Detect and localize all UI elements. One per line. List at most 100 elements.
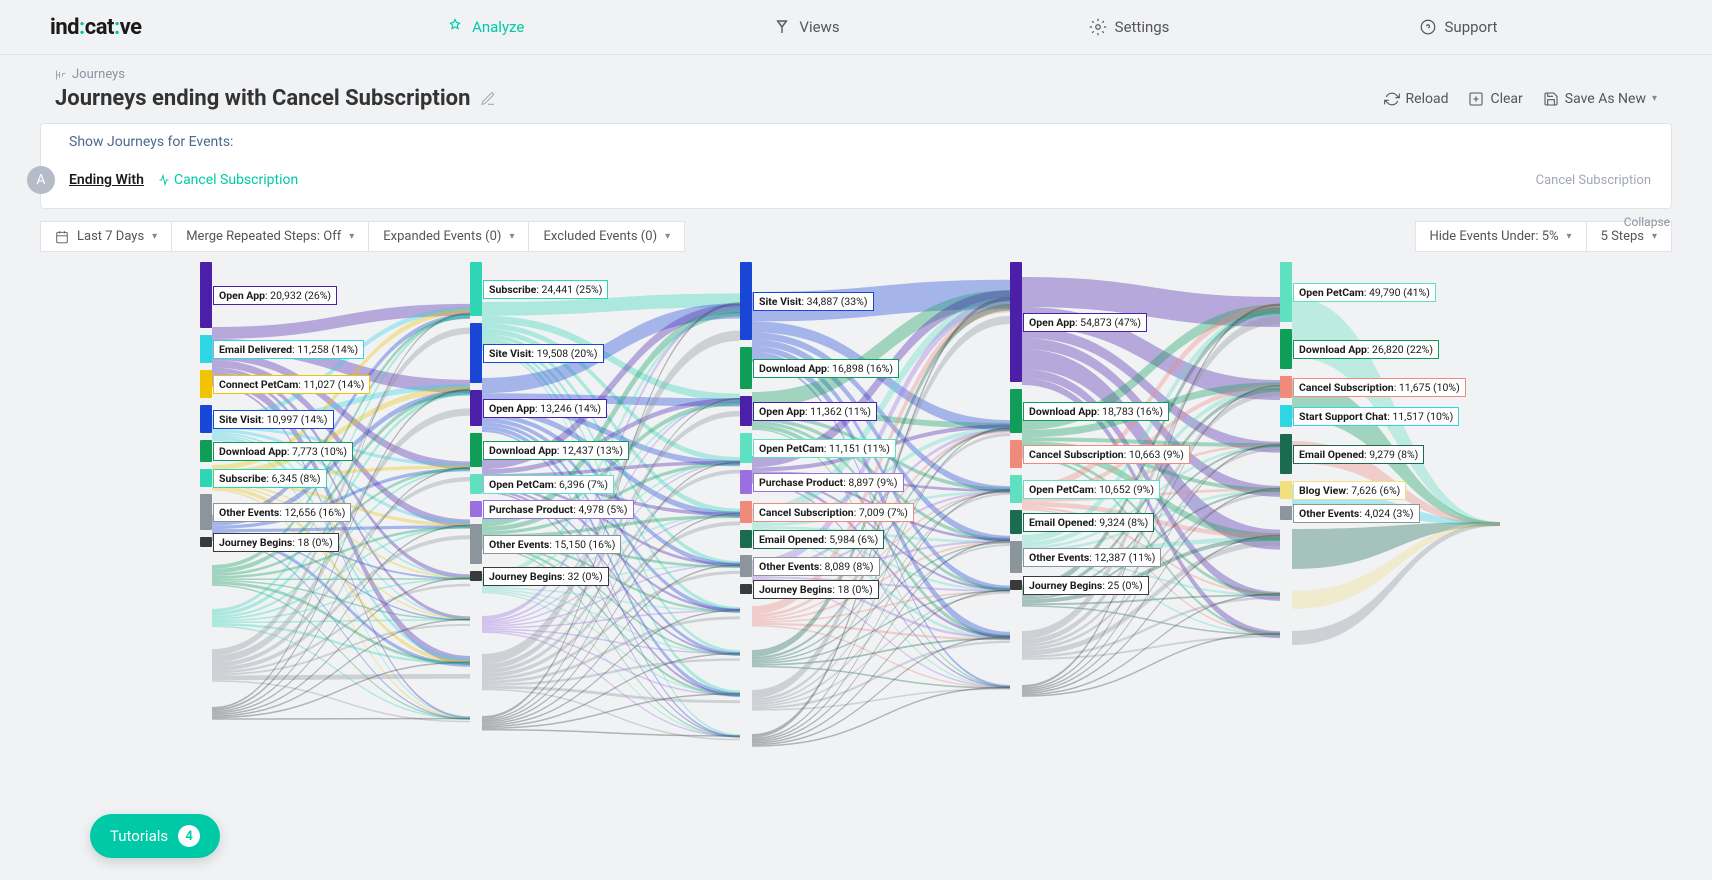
sankey-flow bbox=[212, 718, 470, 720]
merge-steps-dropdown[interactable]: Merge Repeated Steps: Off▾ bbox=[172, 221, 369, 252]
filter-prompt: Show Journeys for Events: bbox=[41, 124, 1671, 160]
filter-event[interactable]: Cancel Subscription bbox=[158, 172, 298, 188]
sankey-flow bbox=[482, 564, 740, 724]
sankey-flow bbox=[212, 623, 470, 664]
sankey-flow bbox=[482, 630, 740, 696]
edit-icon[interactable] bbox=[480, 91, 496, 107]
filter-badge: A bbox=[27, 166, 55, 194]
collapse-button[interactable]: Collapse bbox=[1624, 215, 1670, 229]
sankey-flow bbox=[482, 631, 740, 737]
sankey-node[interactable]: Cancel Subscription: 11,675 (10%) bbox=[1280, 376, 1560, 398]
sankey-flow bbox=[482, 689, 740, 741]
sankey-flow bbox=[482, 592, 740, 737]
sankey-flow bbox=[752, 636, 1010, 745]
expanded-events-dropdown[interactable]: Expanded Events (0)▾ bbox=[369, 221, 529, 252]
sankey-node[interactable]: Site Visit: 34,887 (33%) bbox=[740, 262, 1020, 340]
analyze-icon bbox=[446, 18, 464, 36]
sankey-flow bbox=[482, 590, 740, 695]
sankey-node[interactable]: Email Opened: 5,984 (6%) bbox=[740, 530, 1020, 548]
sankey-node[interactable]: Open App: 13,246 (14%) bbox=[470, 390, 750, 426]
sankey-flow bbox=[482, 609, 740, 726]
sankey-node[interactable]: Purchase Product: 8,897 (9%) bbox=[740, 470, 1020, 494]
sankey-node[interactable]: Other Events: 15,150 (16%) bbox=[470, 524, 750, 564]
sankey-node[interactable]: Open PetCam: 10,652 (9%) bbox=[1010, 475, 1290, 503]
excluded-events-dropdown[interactable]: Excluded Events (0)▾ bbox=[529, 221, 685, 252]
sankey-node[interactable]: Download App: 18,783 (16%) bbox=[1010, 389, 1290, 433]
sankey-node[interactable]: Site Visit: 19,508 (20%) bbox=[470, 323, 750, 383]
sankey-node[interactable]: Other Events: 4,024 (3%) bbox=[1280, 506, 1560, 520]
sankey-flow bbox=[212, 580, 470, 621]
support-icon bbox=[1419, 18, 1437, 36]
pulse-icon bbox=[158, 174, 170, 186]
sankey-node[interactable]: Email Delivered: 11,258 (14%) bbox=[200, 335, 480, 363]
sankey-flow bbox=[482, 693, 740, 729]
nav-support[interactable]: Support bbox=[1407, 12, 1510, 42]
date-range-dropdown[interactable]: Last 7 Days▾ bbox=[40, 221, 172, 252]
sankey-node[interactable]: Journey Begins: 25 (0%) bbox=[1010, 580, 1290, 590]
tutorials-count: 4 bbox=[178, 825, 200, 847]
sankey-node[interactable]: Cancel Subscription: 10,663 (9%) bbox=[1010, 440, 1290, 468]
clear-button[interactable]: Clear bbox=[1468, 91, 1522, 107]
sankey-node[interactable]: Download App: 12,437 (13%) bbox=[470, 433, 750, 467]
sankey-flow bbox=[752, 623, 1010, 640]
journeys-icon bbox=[55, 69, 67, 81]
sankey-flow bbox=[1022, 633, 1280, 697]
sankey-node[interactable]: Journey Begins: 32 (0%) bbox=[470, 571, 750, 581]
sankey-node[interactable]: Other Events: 12,387 (11%) bbox=[1010, 541, 1290, 573]
sankey-flow bbox=[1022, 593, 1280, 695]
sankey-node[interactable]: Open PetCam: 6,396 (7%) bbox=[470, 474, 750, 494]
sankey-node[interactable]: Blog View: 7,626 (6%) bbox=[1280, 481, 1560, 499]
settings-icon bbox=[1089, 18, 1107, 36]
hide-events-dropdown[interactable]: Hide Events Under: 5%▾ bbox=[1415, 221, 1587, 252]
sankey-flow bbox=[212, 619, 470, 623]
reload-icon bbox=[1384, 91, 1400, 107]
reload-button[interactable]: Reload bbox=[1384, 91, 1449, 107]
sankey-node[interactable]: Open App: 54,873 (47%) bbox=[1010, 262, 1290, 382]
sankey-flow bbox=[212, 625, 470, 719]
nav-settings[interactable]: Settings bbox=[1077, 12, 1182, 42]
sankey-node[interactable]: Journey Begins: 18 (0%) bbox=[740, 584, 1020, 594]
sankey-node[interactable]: Journey Begins: 18 (0%) bbox=[200, 537, 480, 547]
sankey-chart: Open App: 20,932 (26%) Email Delivered: 1… bbox=[40, 262, 1672, 862]
sankey-flow bbox=[212, 535, 470, 671]
sankey-flow bbox=[482, 589, 740, 655]
sankey-node[interactable]: Purchase Product: 4,978 (5%) bbox=[470, 501, 750, 517]
sankey-node[interactable]: Open PetCam: 49,790 (41%) bbox=[1280, 262, 1560, 322]
sankey-node[interactable]: Subscribe: 24,441 (25%) bbox=[470, 262, 750, 316]
sankey-node[interactable]: Open App: 20,932 (26%) bbox=[200, 262, 480, 328]
sankey-flow bbox=[482, 658, 740, 685]
sankey-node[interactable]: Download App: 7,773 (10%) bbox=[200, 440, 480, 462]
sankey-node[interactable]: Connect PetCam: 11,027 (14%) bbox=[200, 370, 480, 398]
filter-right-hint: Cancel Subscription bbox=[1536, 173, 1671, 188]
sankey-node[interactable]: Subscribe: 6,345 (8%) bbox=[200, 469, 480, 487]
nav-analyze[interactable]: Analyze bbox=[434, 12, 536, 42]
sankey-node[interactable]: Open App: 11,362 (11%) bbox=[740, 396, 1020, 426]
nav-views[interactable]: Views bbox=[761, 12, 851, 42]
chevron-down-icon: ▾ bbox=[1652, 93, 1657, 104]
sankey-flow bbox=[752, 592, 1010, 707]
sankey-flow bbox=[482, 653, 740, 728]
sankey-node[interactable]: Site Visit: 10,997 (14%) bbox=[200, 405, 480, 433]
sankey-flow bbox=[482, 610, 740, 628]
breadcrumb[interactable]: Journeys bbox=[0, 55, 1712, 82]
ending-with-label[interactable]: Ending With bbox=[69, 172, 144, 188]
sankey-node[interactable]: Email Opened: 9,279 (8%) bbox=[1280, 434, 1560, 474]
tutorials-button[interactable]: Tutorials 4 bbox=[90, 814, 220, 858]
sankey-flow bbox=[482, 628, 740, 654]
sankey-node[interactable]: Open PetCam: 11,151 (11%) bbox=[740, 433, 1020, 463]
sankey-flow bbox=[1022, 605, 1280, 635]
sankey-flow bbox=[482, 616, 740, 683]
sankey-flow bbox=[482, 587, 740, 611]
sankey-node[interactable]: Other Events: 8,089 (8%) bbox=[740, 555, 1020, 577]
views-icon bbox=[773, 18, 791, 36]
save-as-new-button[interactable]: Save As New ▾ bbox=[1543, 91, 1657, 107]
sankey-node[interactable]: Download App: 26,820 (22%) bbox=[1280, 329, 1560, 369]
sankey-node[interactable]: Cancel Subscription: 7,009 (7%) bbox=[740, 501, 1020, 523]
sankey-flow bbox=[212, 578, 470, 580]
sankey-node[interactable]: Email Opened: 9,324 (8%) bbox=[1010, 510, 1290, 534]
sankey-node[interactable]: Download App: 16,898 (16%) bbox=[740, 347, 1020, 389]
sankey-node[interactable]: Other Events: 12,656 (16%) bbox=[200, 494, 480, 530]
sankey-node[interactable]: Start Support Chat: 11,517 (10%) bbox=[1280, 405, 1560, 427]
sankey-flow bbox=[212, 662, 470, 719]
sankey-flow bbox=[752, 641, 1010, 709]
